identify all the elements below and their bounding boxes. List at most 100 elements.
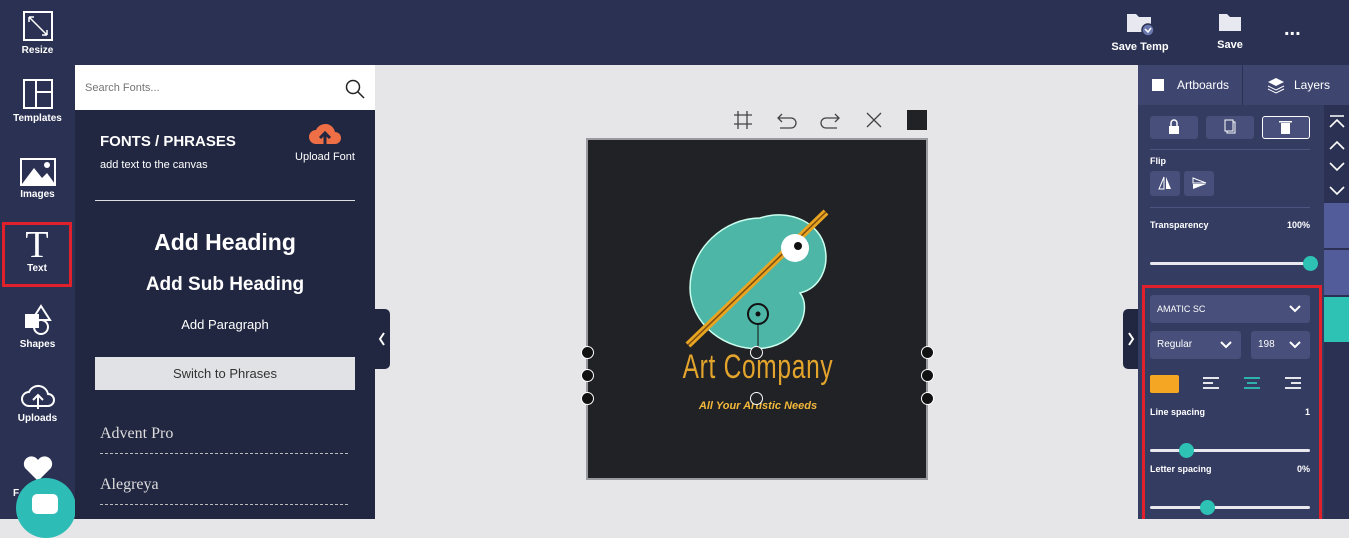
images-icon — [19, 158, 56, 186]
flip-vertical-button[interactable] — [1184, 171, 1214, 196]
add-paragraph-button[interactable]: Add Paragraph — [95, 317, 355, 332]
letter-spacing-slider-thumb[interactable] — [1200, 500, 1216, 515]
font-family-value: Amatic SC — [1157, 304, 1206, 314]
layer-swatch-selected[interactable] — [1324, 297, 1349, 342]
bring-to-front-icon[interactable] — [1328, 115, 1346, 129]
chat-button[interactable] — [16, 478, 76, 538]
sidebar-item-label: Text — [27, 263, 47, 274]
flip-label: Flip — [1150, 156, 1166, 166]
lock-button[interactable] — [1150, 116, 1198, 139]
save-temp-label: Save Temp — [1111, 41, 1169, 53]
search-bar — [75, 65, 375, 110]
font-size-dropdown[interactable]: 198 — [1251, 331, 1310, 359]
font-size-value: 198 — [1258, 339, 1275, 350]
align-left-icon[interactable] — [1202, 376, 1220, 390]
sidebar-item-shapes[interactable]: Shapes — [0, 304, 75, 350]
divider — [1150, 149, 1310, 150]
save-label: Save — [1217, 39, 1243, 51]
sidebar-item-images[interactable]: Images — [0, 158, 75, 200]
flip-horizontal-button[interactable] — [1150, 171, 1180, 196]
align-right-icon[interactable] — [1284, 376, 1302, 390]
text-icon: T — [25, 224, 49, 266]
upload-cloud-icon — [20, 384, 55, 409]
line-spacing-label: Line spacing — [1150, 407, 1206, 417]
transparency-slider-thumb[interactable] — [1302, 256, 1318, 271]
undo-icon[interactable] — [776, 110, 798, 130]
font-family-dropdown[interactable]: Amatic SC — [1150, 295, 1310, 323]
sidebar-item-templates[interactable]: Templates — [0, 78, 75, 124]
sidebar-item-uploads[interactable]: Uploads — [0, 382, 75, 424]
resize-handle-left[interactable] — [581, 369, 594, 382]
redo-icon[interactable] — [819, 110, 841, 130]
search-icon[interactable] — [345, 79, 365, 99]
upload-font-button[interactable]: Upload Font — [290, 120, 360, 163]
layer-swatch[interactable] — [1324, 203, 1349, 248]
upload-font-label: Upload Font — [295, 151, 355, 163]
sidebar-item-label: Uploads — [17, 413, 58, 424]
artboard[interactable]: Art Company All Your Artistic Needs — [586, 138, 928, 480]
resize-handle-right[interactable] — [921, 369, 934, 382]
chat-icon — [32, 494, 58, 514]
tab-artboards[interactable]: Artboards — [1138, 65, 1243, 105]
collapse-panel-button[interactable] — [375, 309, 390, 369]
resize-handle-left-top[interactable] — [581, 346, 594, 359]
left-sidebar: Resize Templates Images T Text Shapes Up… — [0, 0, 75, 519]
sidebar-item-label: Templates — [13, 113, 62, 124]
line-spacing-value: 1 — [1304, 407, 1310, 417]
background-color-swatch[interactable] — [907, 110, 927, 130]
font-weight-value: Regular — [1157, 339, 1193, 350]
chameleon-logo — [685, 209, 829, 351]
send-to-back-icon[interactable] — [1328, 185, 1346, 197]
font-item-advent-pro[interactable]: Advent Pro — [100, 425, 348, 454]
right-tabs: Artboards Layers — [1138, 65, 1349, 105]
save-button[interactable]: Save — [1210, 10, 1250, 51]
align-center-icon[interactable] — [1243, 376, 1261, 390]
sidebar-item-text[interactable]: T Text — [2, 222, 72, 287]
delete-button[interactable] — [1262, 116, 1310, 139]
divider — [95, 200, 355, 201]
shapes-icon — [24, 304, 52, 335]
copy-icon — [1224, 119, 1236, 134]
add-heading-button[interactable]: Add Heading — [95, 229, 355, 256]
transparency-value: 100% — [1286, 220, 1310, 230]
font-item-alegreya[interactable]: Alegreya — [100, 476, 348, 505]
layer-swatch[interactable] — [1324, 250, 1349, 295]
flip-horizontal-icon — [1158, 176, 1171, 190]
resize-handle-right-bottom[interactable] — [921, 392, 934, 405]
letter-spacing-slider[interactable] — [1150, 500, 1310, 515]
rotate-handle[interactable] — [750, 346, 763, 359]
text-color-swatch[interactable] — [1150, 375, 1179, 393]
chevron-right-icon — [1128, 332, 1135, 346]
sidebar-item-resize[interactable]: Resize — [0, 10, 75, 56]
chevron-left-icon — [378, 332, 385, 346]
resize-handle-left-bottom[interactable] — [581, 392, 594, 405]
sidebar-item-label: Resize — [21, 45, 54, 56]
resize-handle-right-top[interactable] — [921, 346, 934, 359]
upload-cloud-icon — [309, 123, 341, 145]
switch-to-phrases-button[interactable]: Switch to Phrases — [95, 357, 355, 390]
more-options-button[interactable]: ... — [1284, 18, 1301, 41]
folder-check-icon — [1127, 14, 1155, 37]
grid-icon[interactable] — [733, 110, 753, 130]
close-icon[interactable] — [865, 111, 883, 129]
expand-right-panel-button[interactable] — [1123, 309, 1138, 369]
search-fonts-input[interactable] — [85, 77, 335, 99]
line-spacing-slider[interactable] — [1150, 443, 1310, 458]
resize-icon — [22, 11, 53, 41]
font-weight-dropdown[interactable]: Regular — [1150, 331, 1241, 359]
flip-vertical-icon — [1192, 177, 1207, 189]
properties-panel: Flip Transparency 100% Amatic SC Regular… — [1138, 105, 1324, 519]
duplicate-button[interactable] — [1206, 116, 1254, 139]
artboard-icon — [1152, 79, 1164, 91]
send-backward-icon[interactable] — [1328, 161, 1346, 173]
add-subheading-button[interactable]: Add Sub Heading — [95, 274, 355, 296]
trash-icon — [1279, 121, 1292, 134]
letter-spacing-label: Letter spacing — [1150, 464, 1212, 474]
sidebar-item-label: Shapes — [19, 339, 56, 350]
transparency-slider[interactable] — [1150, 256, 1318, 271]
tab-layers[interactable]: Layers — [1244, 65, 1349, 105]
chevron-down-icon — [1289, 305, 1301, 313]
resize-handle-bottom[interactable] — [750, 392, 763, 405]
bring-forward-icon[interactable] — [1328, 139, 1346, 151]
save-temp-button[interactable]: Save Temp — [1108, 10, 1172, 53]
